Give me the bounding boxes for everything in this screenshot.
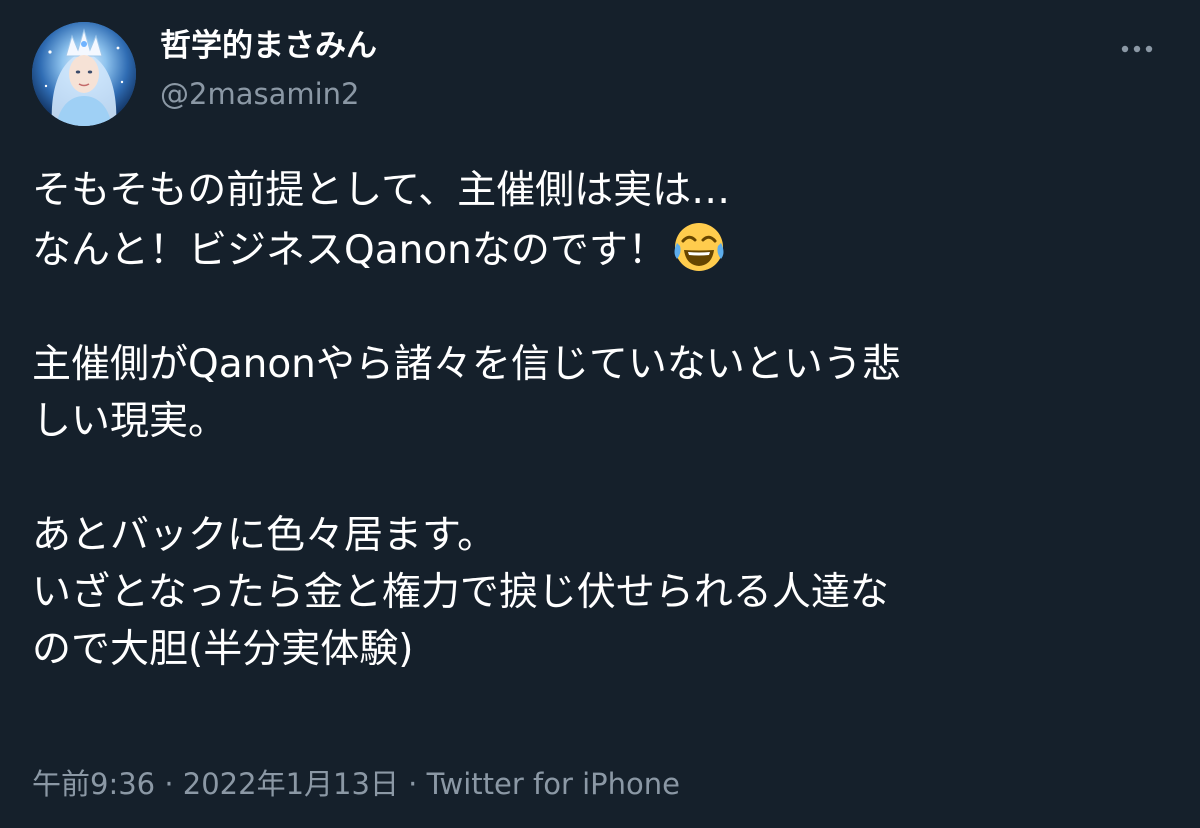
display-name[interactable]: 哲学的まさみん xyxy=(160,26,377,66)
tweet-paragraph: 主催側がQanonやら諸々を信じていないという悲 しい現実。 xyxy=(32,336,1152,450)
meta-separator: · xyxy=(155,767,183,801)
tweet-line-text: なんと！ビジネスQanonなのです！ xyxy=(32,228,667,273)
tweet-line: そもそもの前提として、主催側は実は… xyxy=(32,168,731,213)
tweet-line: 主催側がQanonやら諸々を信じていないという悲 xyxy=(32,342,901,387)
tweet-line: いざとなったら金と権力で捩じ伏せられる人達な xyxy=(32,570,889,615)
avatar[interactable] xyxy=(32,22,136,126)
avatar-image-icon xyxy=(32,22,136,126)
meta-separator: · xyxy=(398,767,427,801)
tweet-date-link[interactable]: 2022年1月13日 xyxy=(183,767,399,801)
tweet-line: あとバックに色々居ます。 xyxy=(32,513,497,558)
tweet-card: 哲学的まさみん @2masamin2 そもそもの前提として、主催側は実は… なん… xyxy=(0,0,1200,828)
more-horizontal-icon xyxy=(1121,45,1153,53)
tweet-source-link[interactable]: Twitter for iPhone xyxy=(427,767,680,801)
tweet-time-link[interactable]: 午前9:36 xyxy=(32,767,155,801)
tweet-line-with-emoji: なんと！ビジネスQanonなのです！ xyxy=(32,219,1152,279)
tweet-metadata: 午前9:36 · 2022年1月13日 · Twitter for iPhone xyxy=(32,764,680,804)
user-handle[interactable]: @2masamin2 xyxy=(160,74,360,114)
tweet-line: ので大胆(半分実体験) xyxy=(32,627,414,672)
more-options-button[interactable] xyxy=(1114,26,1160,72)
tweet-paragraph: あとバックに色々居ます。 いざとなったら金と権力で捩じ伏せられる人達な ので大胆… xyxy=(32,507,1152,678)
tweet-line: しい現実。 xyxy=(32,399,228,444)
tweet-paragraph: そもそもの前提として、主催側は実は… なんと！ビジネスQanonなのです！ xyxy=(32,162,1152,279)
tweet-text: そもそもの前提として、主催側は実は… なんと！ビジネスQanonなのです！ 主催… xyxy=(32,162,1152,678)
face-with-tears-of-joy-emoji-icon xyxy=(671,219,727,275)
